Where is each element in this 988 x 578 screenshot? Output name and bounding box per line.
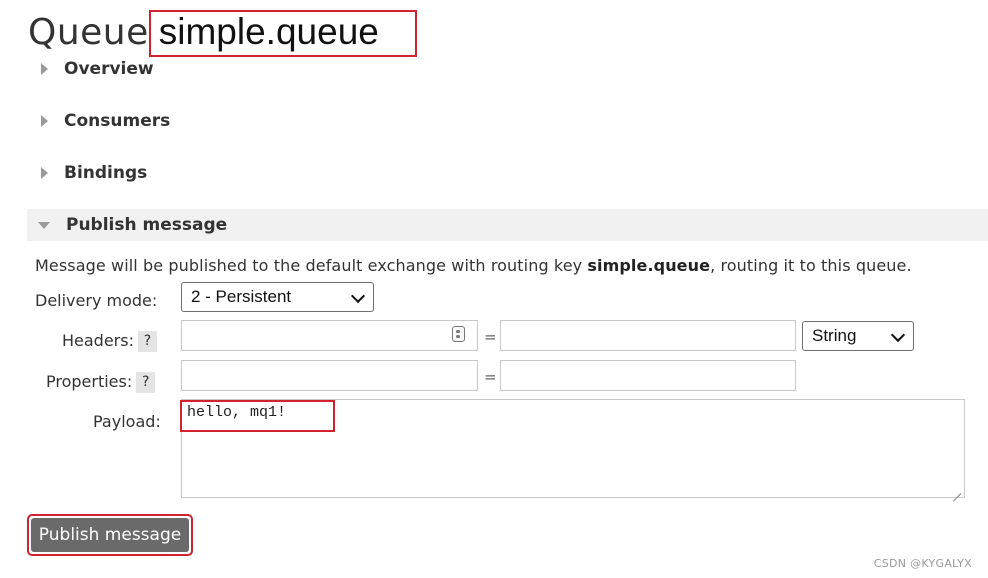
- collapse-arrow-icon: [38, 221, 50, 229]
- properties-label: Properties:: [46, 372, 133, 391]
- section-bindings-label: Bindings: [64, 163, 148, 183]
- delivery-mode-label: Delivery mode:: [35, 291, 158, 310]
- section-consumers[interactable]: Consumers: [27, 105, 988, 137]
- expand-arrow-icon: [41, 167, 48, 179]
- title-highlight-box: [149, 10, 417, 57]
- publish-button-highlight: Publish message: [27, 514, 193, 556]
- resize-grip-icon[interactable]: [952, 485, 961, 494]
- routing-key: simple.queue: [587, 256, 711, 275]
- info-suffix: , routing it to this queue.: [710, 256, 912, 275]
- properties-label-row: Properties:?: [46, 372, 156, 393]
- chevron-down-icon: [350, 288, 366, 304]
- delivery-mode-select[interactable]: 2 - Persistent: [181, 282, 374, 312]
- section-overview-label: Overview: [64, 59, 154, 79]
- header-type-select[interactable]: String: [802, 321, 914, 351]
- expand-arrow-icon: [41, 115, 48, 127]
- property-value-input[interactable]: [500, 360, 796, 391]
- payload-highlight-box: [180, 400, 335, 432]
- info-prefix: Message will be published to the default…: [35, 256, 588, 275]
- headers-label: Headers:: [62, 331, 134, 350]
- equals-sign: =: [484, 368, 497, 386]
- header-value-input[interactable]: [500, 320, 796, 351]
- page-title-prefix: Queue: [28, 11, 149, 53]
- section-consumers-label: Consumers: [64, 111, 171, 131]
- headers-label-row: Headers:?: [62, 331, 157, 352]
- header-key-input[interactable]: [181, 320, 478, 351]
- contact-card-icon: [452, 326, 465, 342]
- section-publish-message[interactable]: Publish message: [27, 209, 988, 241]
- watermark: CSDN @KYGALYX: [873, 557, 972, 570]
- header-type-value: String: [812, 326, 857, 345]
- equals-sign: =: [484, 328, 497, 346]
- properties-help-button[interactable]: ?: [136, 372, 156, 393]
- publish-info-text: Message will be published to the default…: [35, 256, 912, 275]
- headers-help-button[interactable]: ?: [137, 331, 157, 352]
- section-publish-label: Publish message: [66, 215, 228, 235]
- payload-label: Payload:: [93, 412, 161, 431]
- chevron-down-icon: [890, 327, 906, 343]
- property-key-input[interactable]: [181, 360, 478, 391]
- section-overview[interactable]: Overview: [27, 53, 988, 85]
- delivery-mode-value: 2 - Persistent: [191, 287, 292, 306]
- expand-arrow-icon: [41, 63, 48, 75]
- section-bindings[interactable]: Bindings: [27, 157, 988, 189]
- publish-message-button[interactable]: Publish message: [31, 518, 189, 552]
